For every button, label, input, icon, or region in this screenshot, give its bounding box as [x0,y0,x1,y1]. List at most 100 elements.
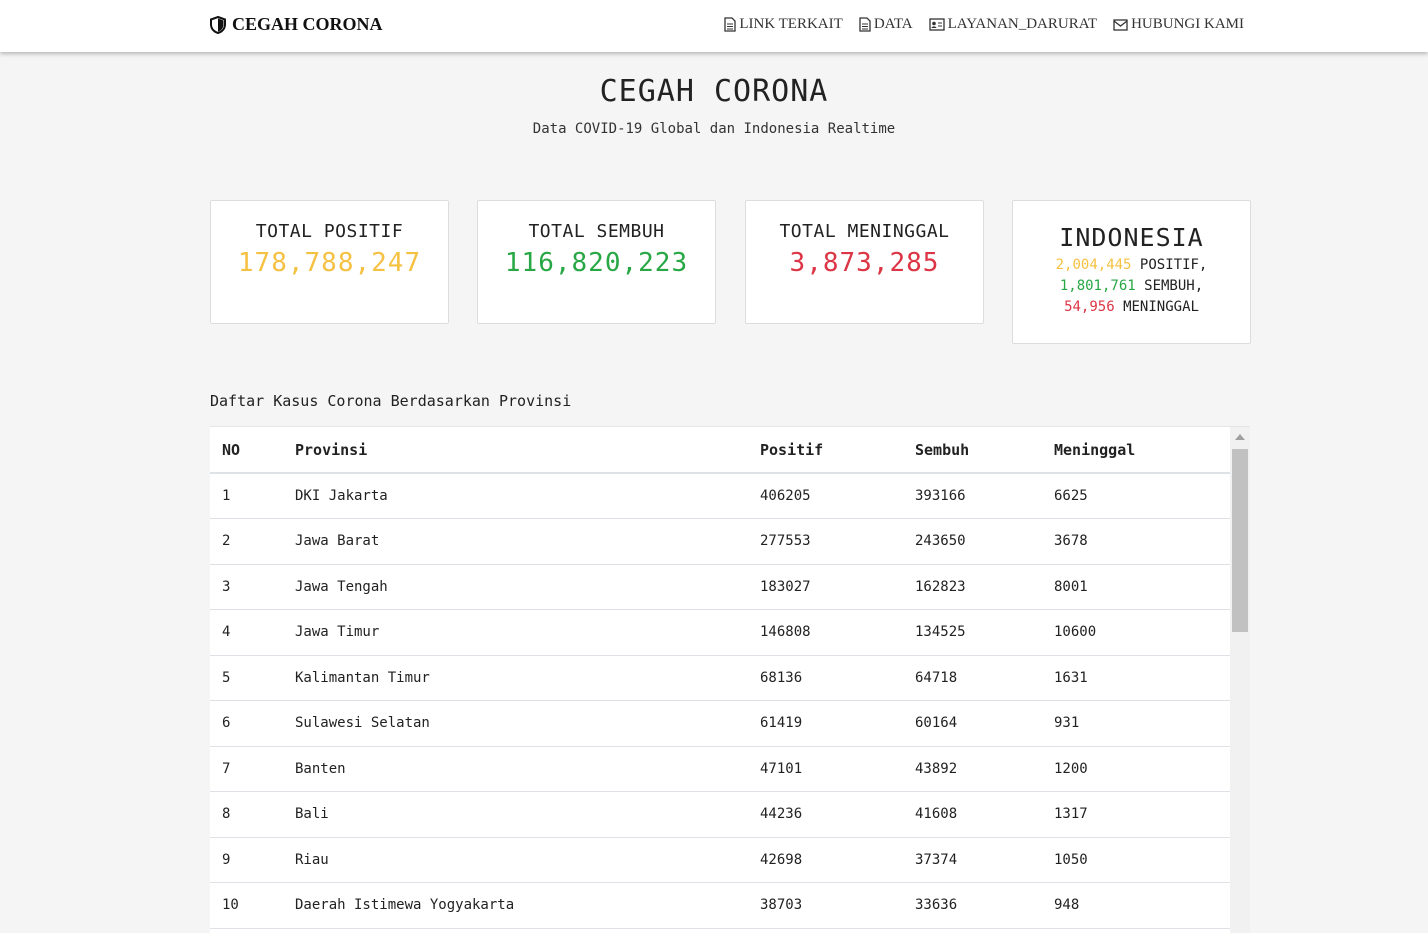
cell-sembuh: 33636 [903,882,1042,929]
cell-sembuh: 41608 [903,791,1042,838]
indonesia-positif-value: 2,004,445 [1055,257,1132,273]
cell-positif: 44236 [748,791,903,838]
card-label: TOTAL SEMBUH [528,221,665,242]
cell-meninggal: 1631 [1042,655,1230,701]
cell-no: 10 [210,882,283,929]
col-header-no[interactable]: NO [210,427,283,474]
cell-no: 1 [210,473,283,519]
cell-sembuh: 64718 [903,655,1042,701]
page-subtitle: Data COVID-19 Global dan Indonesia Realt… [532,121,896,137]
total-sembuh-card: TOTAL SEMBUH 116,820,223 [477,200,716,324]
total-meninggal-value: 3,873,285 [789,248,940,278]
cell-meninggal: 6625 [1042,473,1230,519]
card-label: TOTAL MENINGGAL [779,221,950,242]
cell-sembuh: 43892 [903,746,1042,792]
table-row: 1 DKI Jakarta 406205 393166 6625 [210,473,1230,519]
cell-provinsi: Bali [283,791,748,838]
nav-link-data[interactable]: DATA [859,16,913,33]
cell-meninggal: 8001 [1042,564,1230,610]
cell-sembuh: 37374 [903,837,1042,883]
indonesia-sembuh-value: 1,801,761 [1059,278,1136,294]
page-title: CEGAH CORONA [599,74,829,109]
table-row: 3 Jawa Tengah 183027 162823 8001 [210,564,1230,610]
table-row: 2 Jawa Barat 277553 243650 3678 [210,518,1230,565]
indonesia-meninggal-line: 54,956 MENINGGAL [1013,299,1250,315]
indonesia-sembuh-line: 1,801,761 SEMBUH, [1013,278,1250,294]
shield-icon [210,15,226,34]
cell-meninggal: 3678 [1042,518,1230,565]
cell-no: 5 [210,655,283,701]
cell-positif: 47101 [748,746,903,792]
scroll-thumb[interactable] [1232,449,1248,632]
cell-no: 2 [210,518,283,565]
table-scrollbar[interactable] [1230,427,1250,933]
table-row: 8 Bali 44236 41608 1317 [210,791,1230,838]
envelope-icon [1113,18,1128,31]
col-header-meninggal[interactable]: Meninggal [1042,427,1230,474]
province-table-container[interactable]: NO Provinsi Positif Sembuh Meninggal 1 D… [210,426,1250,933]
cell-provinsi: Kalimantan Timur [283,655,748,701]
col-header-provinsi[interactable]: Provinsi [283,427,748,474]
table-row: 7 Banten 47101 43892 1200 [210,746,1230,792]
cell-positif: 183027 [748,564,903,610]
table-row: 9 Riau 42698 37374 1050 [210,837,1230,883]
cell-provinsi: Daerah Istimewa Yogyakarta [283,882,748,929]
cell-positif: 61419 [748,700,903,747]
file-icon [724,17,736,32]
cell-provinsi: Jawa Timur [283,609,748,656]
nav-link-hubungi-kami[interactable]: HUBUNGI KAMI [1113,16,1244,33]
province-table: NO Provinsi Positif Sembuh Meninggal 1 D… [210,427,1230,929]
table-header-row: NO Provinsi Positif Sembuh Meninggal [210,427,1230,474]
total-sembuh-value: 116,820,223 [504,248,689,278]
id-card-icon [928,18,945,31]
brand-label: CEGAH CORONA [232,14,383,34]
cell-meninggal: 10600 [1042,609,1230,656]
cell-positif: 42698 [748,837,903,883]
cell-positif: 146808 [748,609,903,656]
cell-sembuh: 134525 [903,609,1042,656]
indonesia-meninggal-label: MENINGGAL [1123,299,1199,315]
table-row: 6 Sulawesi Selatan 61419 60164 931 [210,700,1230,747]
scroll-up-arrow-icon[interactable] [1235,434,1245,440]
table-title: Daftar Kasus Corona Berdasarkan Provinsi [210,392,572,410]
cell-meninggal: 1317 [1042,791,1230,838]
cell-sembuh: 162823 [903,564,1042,610]
cell-provinsi: Riau [283,837,748,883]
nav-link-terkait[interactable]: LINK TERKAIT [724,16,843,33]
card-label: TOTAL POSITIF [255,221,404,242]
indonesia-positif-label: POSITIF, [1139,257,1208,273]
cell-no: 6 [210,700,283,747]
nav-link-label: LINK TERKAIT [739,16,843,32]
cell-no: 8 [210,791,283,838]
cell-provinsi: Jawa Tengah [283,564,748,610]
cell-provinsi: Banten [283,746,748,792]
cell-positif: 406205 [748,473,903,519]
col-header-positif[interactable]: Positif [748,427,903,474]
nav-link-label: HUBUNGI KAMI [1131,16,1244,32]
cell-positif: 277553 [748,518,903,565]
cell-no: 7 [210,746,283,792]
cell-no: 9 [210,837,283,883]
nav-link-layanan-darurat[interactable]: LAYANAN_DARURAT [928,16,1098,33]
cell-positif: 68136 [748,655,903,701]
table-row: 10 Daerah Istimewa Yogyakarta 38703 3363… [210,882,1230,929]
col-header-sembuh[interactable]: Sembuh [903,427,1042,474]
cell-sembuh: 393166 [903,473,1042,519]
table-row: 4 Jawa Timur 146808 134525 10600 [210,609,1230,656]
total-positif-value: 178,788,247 [237,248,422,278]
cell-provinsi: DKI Jakarta [283,473,748,519]
nav-links: LINK TERKAIT DATA LAYANAN_DARURAT HUBUNG… [708,16,1244,33]
brand[interactable]: CEGAH CORONA [210,14,383,35]
cell-sembuh: 60164 [903,700,1042,747]
cell-no: 4 [210,609,283,656]
cell-meninggal: 1050 [1042,837,1230,883]
cell-provinsi: Sulawesi Selatan [283,700,748,747]
nav-link-label: LAYANAN_DARURAT [947,16,1098,32]
total-positif-card: TOTAL POSITIF 178,788,247 [210,200,449,324]
file-icon [859,17,871,32]
navbar: CEGAH CORONA LINK TERKAIT DATA LAYANAN_D… [0,0,1428,52]
cell-sembuh: 243650 [903,518,1042,565]
cell-meninggal: 948 [1042,882,1230,929]
cell-meninggal: 931 [1042,700,1230,747]
nav-link-label: DATA [873,16,913,32]
